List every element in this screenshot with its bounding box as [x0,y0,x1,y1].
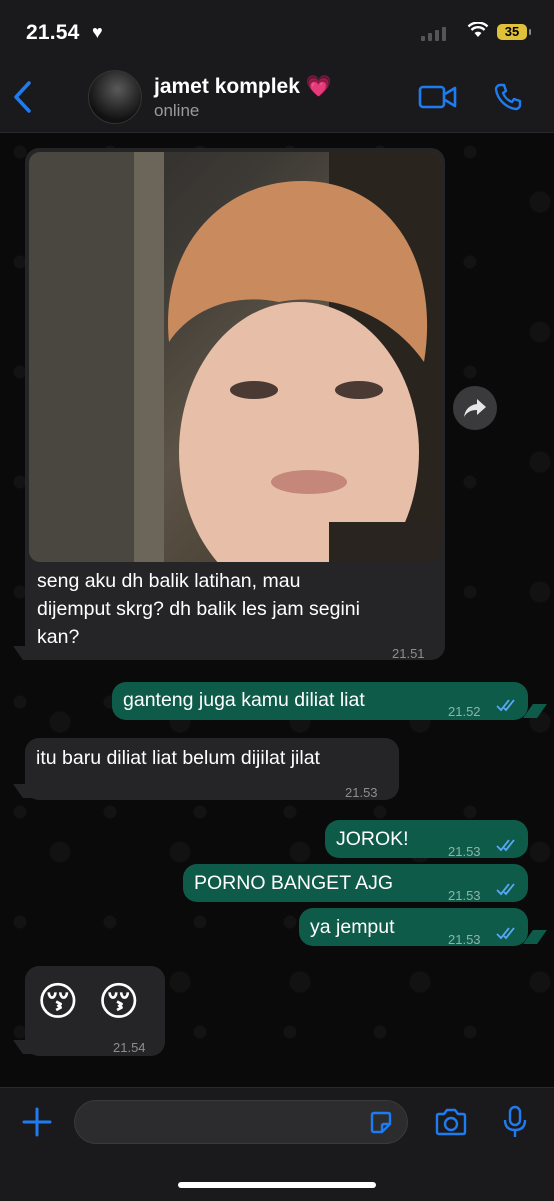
message-text: ya jemput [310,916,395,938]
message-text: PORNO BANGET AJG [194,872,394,894]
message-time: 21.51 [392,646,425,661]
message-text-line: kan? [37,626,80,648]
contact-name[interactable]: jamet komplek 💗 [154,75,332,99]
message-text-line: seng aku dh balik latihan, mau [37,570,301,592]
plus-icon[interactable] [21,1106,53,1143]
forward-button[interactable] [453,386,497,430]
message-photo[interactable] [29,152,441,562]
forward-icon [464,399,486,417]
battery-icon: 35 [497,24,531,40]
read-ticks-icon [496,927,515,940]
outgoing-message-bubble[interactable]: PORNO BANGET AJG 21.53 [183,864,528,903]
outgoing-message-bubble[interactable]: JOROK! 21.53 [325,820,528,859]
incoming-emoji-bubble[interactable]: 😚 😚 21.54 [25,966,165,1056]
message-time: 21.53 [448,844,481,859]
wifi-icon [467,21,489,43]
chat-header: jamet komplek 💗 online [0,62,554,133]
message-text: ganteng juga kamu diliat liat [123,689,365,711]
microphone-icon[interactable] [502,1105,528,1144]
status-time: 21.54 [26,21,80,44]
signal-icon [421,27,446,41]
message-time: 21.52 [448,704,481,719]
message-text: seng aku dh balik latihan, mau dijemput … [37,567,360,651]
outgoing-message-bubble[interactable]: ganteng juga kamu diliat liat 21.52 [112,682,528,720]
message-input[interactable] [74,1100,408,1144]
contact-status: online [154,101,200,120]
message-text: itu baru diliat liat belum dijilat jilat [36,747,320,769]
phone-call-icon[interactable] [493,82,523,117]
back-chevron-icon[interactable] [12,80,34,119]
message-time: 21.53 [448,932,481,947]
heart-icon: ♥ [92,22,103,42]
message-time: 21.53 [345,785,378,800]
read-ticks-icon [496,839,515,852]
read-ticks-icon [496,883,515,896]
avatar[interactable] [88,70,142,124]
kissing-emoji: 😚 😚 [37,980,144,1024]
message-time: 21.53 [448,888,481,903]
sticker-icon[interactable] [368,1110,394,1141]
status-bar: 21.54 ♥ 35 [0,0,554,62]
incoming-message-bubble[interactable]: itu baru diliat liat belum dijilat jilat… [25,738,399,800]
read-ticks-icon [496,699,515,712]
home-indicator[interactable] [178,1182,376,1188]
outgoing-message-bubble[interactable]: ya jemput 21.53 [299,908,528,947]
camera-icon[interactable] [434,1108,468,1141]
video-call-icon[interactable] [418,84,458,115]
message-text-line: dijemput skrg? dh balik les jam segini [37,598,360,620]
message-time: 21.54 [113,1040,146,1055]
message-text: JOROK! [336,828,409,850]
photo-message-bubble[interactable]: seng aku dh balik latihan, mau dijemput … [25,148,445,661]
